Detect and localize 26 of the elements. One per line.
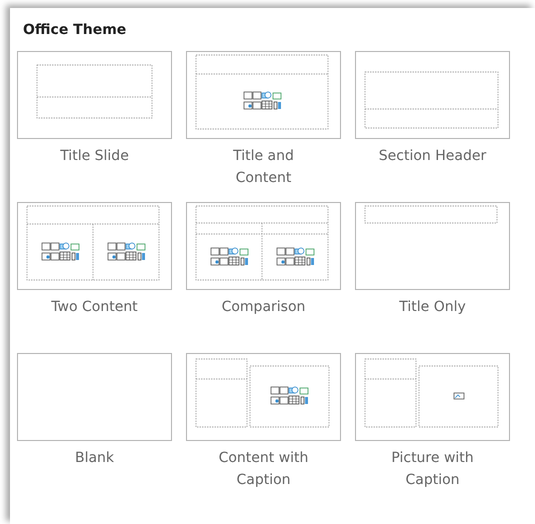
layout-thumbnail[interactable] bbox=[355, 51, 510, 139]
picture-icon bbox=[454, 392, 464, 400]
gallery-title: Office Theme bbox=[23, 22, 128, 38]
layout-thumbnail[interactable] bbox=[355, 202, 510, 290]
content-types-icon bbox=[108, 242, 146, 260]
layout-thumbnail[interactable] bbox=[186, 51, 341, 139]
layout-label: Title Only bbox=[398, 298, 467, 317]
content-types-icon bbox=[210, 248, 248, 266]
layout-thumbnail[interactable] bbox=[355, 353, 510, 441]
layout-label: Content with Caption bbox=[218, 449, 310, 490]
layout-label: Section Header bbox=[378, 147, 488, 166]
layout-label: Comparison bbox=[220, 298, 306, 317]
layout-label: Blank bbox=[74, 449, 116, 468]
layout-label: Title and Content bbox=[232, 147, 295, 188]
layout-thumbnail[interactable] bbox=[186, 202, 341, 290]
content-types-icon bbox=[270, 386, 308, 404]
content-types-icon bbox=[42, 242, 80, 260]
layout-label: Two Content bbox=[50, 298, 139, 317]
layout-label: Title Slide bbox=[59, 147, 130, 166]
layout-thumbnail[interactable] bbox=[186, 353, 341, 441]
layout-thumbnail[interactable] bbox=[17, 202, 172, 290]
layout-thumbnail[interactable] bbox=[17, 51, 172, 139]
layout-label: Picture with Caption bbox=[390, 449, 475, 490]
layout-thumbnail[interactable] bbox=[17, 353, 172, 441]
content-types-icon bbox=[276, 248, 314, 266]
content-types-icon bbox=[244, 92, 282, 110]
